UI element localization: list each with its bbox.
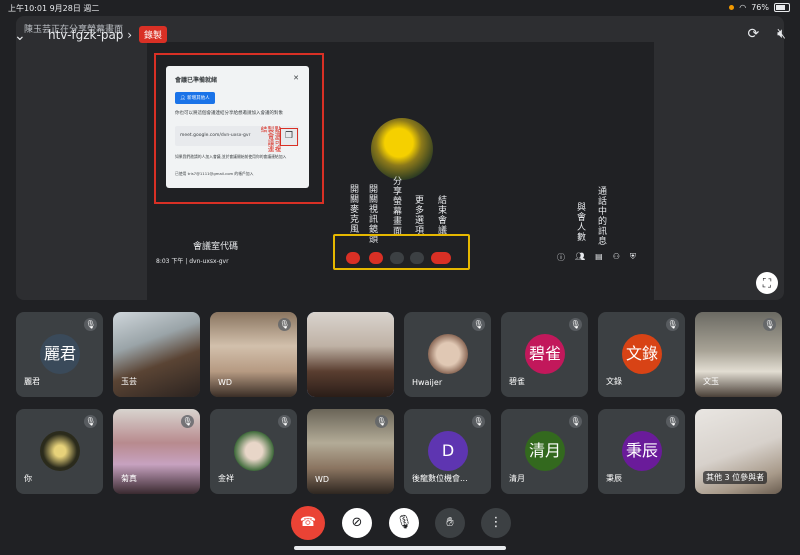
info-icon: ⓘ [557,253,565,262]
participant-tile[interactable]: 秉辰 🎙︎ 秉辰 [598,409,685,494]
home-indicator[interactable] [294,546,506,550]
video-feed [307,312,394,397]
camera-switch-icon[interactable]: ⟳ [747,26,759,42]
avatar [428,334,468,374]
participant-tile[interactable]: 清月 🎙︎ 清月 [501,409,588,494]
mic-off-icon: 🎙︎ [569,318,582,331]
avatar: D [428,431,468,471]
participant-tile[interactable]: 🎙︎ 金祥 [210,409,297,494]
more-icon[interactable]: ⋮ [481,508,511,538]
participant-name: Hwaijer [412,378,443,387]
avatar: 碧雀 [525,334,565,374]
mic-off-icon: 🎙︎ [763,318,776,331]
status-time: 上午10:01 9月28日 週二 [8,4,100,13]
annotation-people: 與會人數 [575,202,585,242]
meeting-code[interactable]: htv-fgzk-pap › [48,28,132,42]
mic-off-icon: 🎙︎ [569,415,582,428]
avatar [40,431,80,471]
mic-indicator-icon [729,5,735,10]
shared-end-call-icon [431,252,451,264]
participant-name: 麗君 [24,377,40,386]
hand-raise-icon[interactable]: ✋︎ [435,508,465,538]
participant-name: 菊真 [121,474,137,483]
fullscreen-icon[interactable]: ⛶ [756,272,778,294]
participant-tile[interactable]: 🎙︎ WD [210,312,297,397]
mic-off-icon: 🎙︎ [375,415,388,428]
participant-tile[interactable]: 碧雀 🎙︎ 碧雀 [501,312,588,397]
participant-tile[interactable]: 麗君 🎙︎ 麗君 [16,312,103,397]
end-call-icon[interactable]: ☎ [291,506,325,540]
speaker-off-icon[interactable]: 🔇︎ [777,26,786,42]
mic-off-icon: 🎙︎ [472,415,485,428]
camera-off-icon[interactable]: ⊘ [342,508,372,538]
participant-name: WD [315,475,330,484]
chat-icon: ▤ [595,252,603,261]
time-code: 8:03 下午 | dvn-uxsx-gvr [156,258,229,265]
participant-tile[interactable] [307,312,394,397]
avatar: 文錄 [622,334,662,374]
shared-right-icons: ⓘ 👥︎ ▤ ⚇ ⛨ [557,252,636,263]
participant-tile[interactable]: 🎙︎ 文玉 [695,312,782,397]
mic-off-icon: 🎙︎ [84,415,97,428]
other-participants: 其他 3 位參與者 [703,471,768,484]
participant-tile[interactable]: 玉芸 [113,312,200,397]
annotation-share: 分享螢幕畫面 [391,176,401,236]
mic-off-icon[interactable]: 🎙︎ [389,508,419,538]
participant-name: 碧雀 [509,377,525,386]
avatar: 清月 [525,431,565,471]
participant-name: 玉芸 [121,377,137,386]
shared-camera-icon [369,252,383,264]
mic-off-icon: 🎙︎ [666,318,679,331]
participant-tile[interactable]: 文錄 🎙︎ 文錄 [598,312,685,397]
battery-percent: 76% [751,3,769,12]
meeting-code-label: 會議室代碼 [193,242,239,252]
shared-more-icon [410,252,424,264]
participant-tile[interactable]: 🎙︎ 你 [16,409,103,494]
avatar: 麗君 [40,334,80,374]
participant-name: WD [218,378,233,387]
status-right: ◠ 76% [729,3,790,12]
highlight-box-red [154,53,324,204]
wifi-icon: ◠ [739,3,747,12]
mic-off-icon: 🎙︎ [278,318,291,331]
participant-tile[interactable]: 其他 3 位參與者 [695,409,782,494]
participant-name: 文玉 [703,377,719,386]
shared-present-icon [390,252,404,264]
participant-tile[interactable]: 🎙︎ Hwaijer [404,312,491,397]
activities-icon: ⚇ [612,252,620,261]
battery-icon [774,3,790,12]
participant-name: 清月 [509,474,525,483]
mic-off-icon: 🎙︎ [84,318,97,331]
shared-mic-icon [346,252,360,264]
shield-icon: ⛨ [629,252,636,261]
participant-tile[interactable]: 🎙︎ WD [307,409,394,494]
participant-name: 後龍數位機會... [412,474,468,483]
presenter-avatar [371,118,433,180]
avatar: 秉辰 [622,431,662,471]
annotation-chat: 通話中的訊息 [596,186,606,246]
chevron-down-icon[interactable]: ⌄ [14,28,26,44]
participant-tile[interactable]: D 🎙︎ 後龍數位機會... [404,409,491,494]
top-icons: ⟳ 🔇︎ [747,26,786,42]
participant-name: 金祥 [218,474,234,483]
people-icon: 👥︎ [575,252,586,261]
participant-name: 文錄 [606,377,622,386]
participant-name: 你 [24,474,32,483]
recording-badge: 錄製 [139,26,168,43]
avatar [234,431,274,471]
participant-name: 秉辰 [606,474,622,483]
mic-off-icon: 🎙︎ [472,318,485,331]
mic-off-icon: 🎙︎ [181,415,194,428]
status-bar: 上午10:01 9月28日 週二 ◠ 76% [0,0,800,16]
participant-tile[interactable]: 🎙︎ 菊真 [113,409,200,494]
meeting-code-text: htv-fgzk-pap [48,28,124,42]
mic-off-icon: 🎙︎ [278,415,291,428]
mic-off-icon: 🎙︎ [666,415,679,428]
